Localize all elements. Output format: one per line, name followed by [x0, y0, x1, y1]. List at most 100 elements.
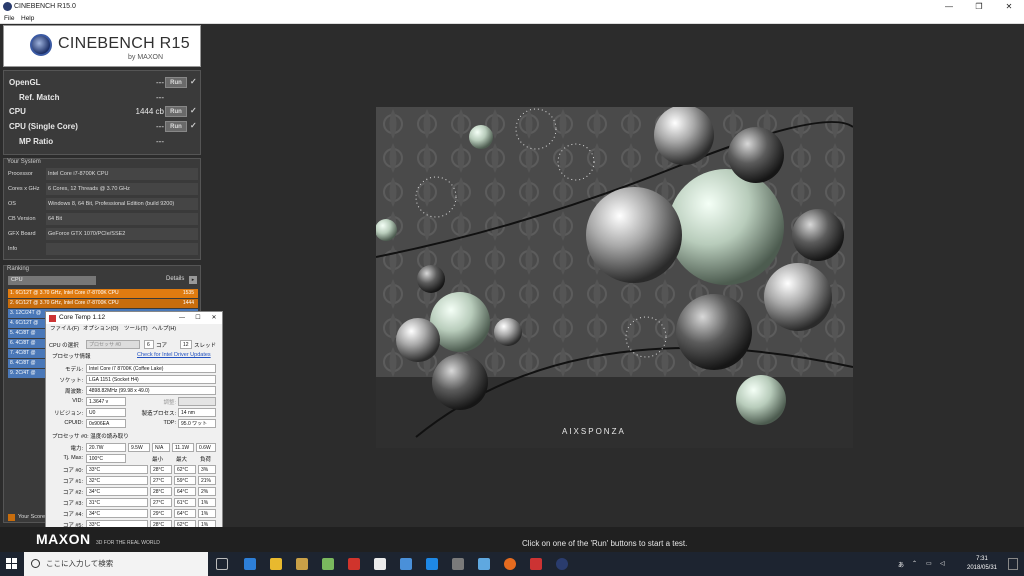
coretemp-maximize-button[interactable]: ☐ — [192, 312, 204, 324]
ct-menu-options[interactable]: オプション(O) — [83, 324, 118, 334]
core-label: コア #0: — [62, 468, 83, 474]
ime-indicator[interactable]: あ — [898, 560, 904, 569]
tdp-value: 95.0 ワット — [178, 419, 216, 428]
notification-icon[interactable] — [1008, 558, 1018, 570]
maximize-button[interactable]: ❐ — [964, 0, 994, 13]
app-icon-5[interactable] — [452, 558, 464, 570]
core-max-value: 61°C — [174, 498, 196, 507]
tray-arrow-icon[interactable]: ⌃ — [912, 560, 917, 567]
window-title: CINEBENCH R15.0 — [14, 3, 76, 10]
opengl-check[interactable]: ✓ — [190, 77, 197, 86]
app-icon-6[interactable] — [478, 558, 490, 570]
core-max-value: 64°C — [174, 509, 196, 518]
ct-menu-file[interactable]: ファイル(F) — [50, 324, 79, 334]
power-value: 9.5W — [128, 443, 150, 452]
run-opengl-button[interactable]: Run — [165, 77, 187, 88]
ct-menu-help[interactable]: ヘルプ(H) — [152, 324, 176, 334]
core-min-value: 28°C — [150, 465, 172, 474]
explorer-icon[interactable] — [270, 558, 282, 570]
ranking-title: Ranking — [7, 266, 30, 272]
coretemp-taskbar-icon[interactable] — [530, 558, 542, 570]
driver-update-link[interactable]: Check for Intel Driver Updates — [137, 352, 211, 358]
cinebench-app-icon — [3, 2, 12, 11]
core-label: コア #1: — [62, 479, 83, 485]
search-icon — [31, 559, 40, 568]
run-cpu-button[interactable]: Run — [165, 106, 187, 117]
coretemp-app-icon — [49, 315, 56, 322]
core-temp-value: 33°C — [86, 465, 148, 474]
ie-icon[interactable] — [426, 558, 438, 570]
sys-row-gfx: GFX Board GeForce GTX 1070/PCIe/SSE2 — [6, 228, 198, 240]
app-icon-2[interactable] — [348, 558, 360, 570]
bench-row-refmatch: Ref. Match --- — [19, 93, 164, 102]
bench-row-opengl: OpenGL --- Run ✓ — [9, 77, 197, 88]
menu-file[interactable]: File — [4, 13, 14, 24]
menu-bar: File Help — [0, 13, 1024, 24]
power-value: 11.1W — [172, 443, 194, 452]
sys-row-info: Info — [6, 243, 198, 255]
app-icon-3[interactable] — [374, 558, 386, 570]
your-score-swatch — [8, 514, 15, 521]
vid-value: 1.3647 v — [86, 397, 126, 406]
core-min-value: 29°C — [150, 509, 172, 518]
core-load-value: 1% — [198, 498, 216, 507]
render-preview — [376, 107, 853, 448]
cinebench-logo-icon — [30, 34, 52, 56]
power-value: 20.7W — [86, 443, 126, 452]
run-hint: Click on one of the 'Run' buttons to sta… — [522, 539, 688, 548]
network-icon[interactable]: ▭ — [926, 560, 932, 567]
start-button[interactable] — [0, 552, 24, 576]
core-load-value: 1% — [198, 509, 216, 518]
details-arrow-icon[interactable]: ▸ — [189, 276, 197, 284]
bench-row-mpratio: MP Ratio --- — [19, 137, 164, 146]
core-load-value: 21% — [198, 476, 216, 485]
core-min-value: 27°C — [150, 498, 172, 507]
volume-icon[interactable]: ◁ — [940, 560, 945, 567]
maxon-tagline: 3D FOR THE REAL WORLD — [96, 540, 160, 546]
core-min-value: 28°C — [150, 487, 172, 496]
ranking-details-label[interactable]: Details — [166, 276, 184, 282]
render-scene — [376, 107, 853, 448]
edge-icon[interactable] — [244, 558, 256, 570]
firefox-icon[interactable] — [504, 558, 516, 570]
ranking-row[interactable]: 2. 6C/12T @ 3.70 GHz, Intel Core i7-8700… — [8, 299, 198, 308]
core-load-value: 3% — [198, 465, 216, 474]
minimize-button[interactable]: — — [934, 0, 964, 13]
cpu-check[interactable]: ✓ — [190, 106, 197, 115]
ranking-select[interactable]: CPU — [8, 276, 96, 285]
bench-row-cpu: CPU 1444 cb Run ✓ — [9, 106, 197, 117]
coretemp-close-button[interactable]: ✕ — [208, 312, 220, 324]
revision-value: U0 — [86, 408, 126, 417]
taskbar: ここに入力して検索 あ ⌃ ▭ ◁ 7:31 2018/05/31 — [0, 552, 1024, 576]
ct-menu-tools[interactable]: ツール(T) — [124, 324, 148, 334]
run-cpu-single-button[interactable]: Run — [165, 121, 187, 132]
cinebench-taskbar-icon[interactable] — [556, 558, 568, 570]
sys-row-os: OS Windows 8, 64 Bit, Professional Editio… — [6, 198, 198, 210]
core-temp-value: 32°C — [86, 476, 148, 485]
bench-row-cpu-single: CPU (Single Core) --- Run ✓ — [9, 121, 197, 132]
core-temp-value: 34°C — [86, 487, 148, 496]
core-label: コア #2: — [62, 490, 83, 496]
ranking-row[interactable]: 1. 6C/12T @ 3.70 GHz, Intel Core i7-8700… — [8, 289, 198, 298]
logo-title: CINEBENCH R15 — [58, 35, 190, 52]
media-icon[interactable] — [296, 558, 308, 570]
core-max-value: 62°C — [174, 465, 196, 474]
cpu-score: 1444 cb — [135, 107, 164, 116]
socket-value: LGA 1151 (Socket H4) — [86, 375, 216, 384]
taskbar-clock[interactable]: 7:31 2018/05/31 — [962, 555, 1002, 573]
title-bar: CINEBENCH R15.0 — ❐ ✕ — [0, 0, 1024, 13]
core-load-value: 2% — [198, 487, 216, 496]
app-icon-4[interactable] — [400, 558, 412, 570]
cpu-single-check[interactable]: ✓ — [190, 121, 197, 130]
sys-row-cores: Cores x GHz 6 Cores, 12 Threads @ 3.70 GH… — [6, 183, 198, 195]
core-temp-value: 31°C — [86, 498, 148, 507]
processor-select[interactable]: プロセッサ #0 — [86, 340, 140, 349]
temperature-header: プロセッサ #0: 温度の読み取り — [52, 434, 129, 440]
taskbar-search-input[interactable]: ここに入力して検索 — [24, 552, 208, 576]
task-view-icon[interactable] — [216, 558, 228, 570]
menu-help[interactable]: Help — [21, 13, 34, 24]
close-button[interactable]: ✕ — [994, 0, 1024, 13]
app-icon-1[interactable] — [322, 558, 334, 570]
coretemp-minimize-button[interactable]: — — [176, 312, 188, 324]
your-score-label: Your Score — [18, 514, 46, 520]
